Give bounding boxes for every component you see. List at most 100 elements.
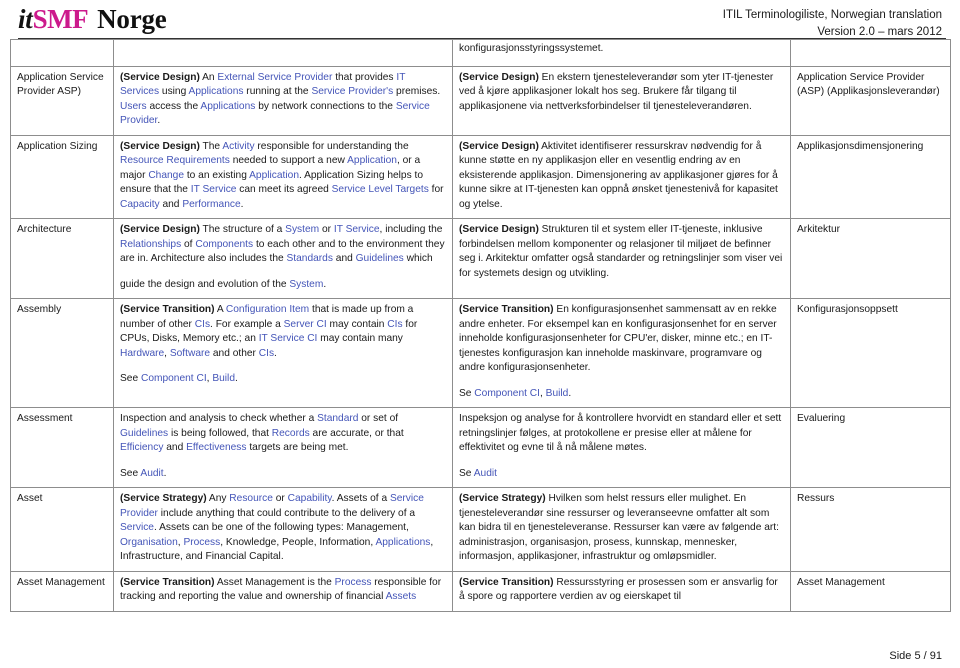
definition-text: . For example a [210,318,284,330]
glossary-term-link[interactable]: Process [335,577,372,588]
glossary-term-link[interactable]: Guidelines [356,253,404,264]
table-row: konfigurasjonsstyringssystemet. [10,39,951,67]
lifecycle-stage-label: (Service Design) [459,72,539,83]
lifecycle-stage-label: (Service Design) [120,224,200,236]
glossary-term-link[interactable]: Standards [287,253,333,264]
definition-paragraph: Se Component CI, Build. [459,387,784,401]
glossary-term-link[interactable]: Capability [288,493,332,504]
definition-text: See [120,467,141,479]
glossary-term-link[interactable]: Component CI [474,388,540,399]
glossary-term-link[interactable]: Service Provider's [311,86,393,97]
glossary-term-link[interactable]: IT Service [334,224,380,235]
definition-paragraph: (Service Transition) Asset Management is… [120,576,446,605]
glossary-term-link[interactable]: Service [120,522,154,533]
glossary-term-link[interactable]: Audit [140,468,163,479]
glossary-term-link[interactable]: Relationships [120,239,181,250]
glossary-term-link[interactable]: Process [183,537,220,548]
glossary-term-link[interactable]: Resource [229,493,273,504]
cell-definition-no: (Service Design) Aktivitet identifiserer… [452,134,791,220]
glossary-term-link[interactable]: Server CI [284,319,327,330]
glossary-term-link[interactable]: Capacity [120,199,160,210]
cell-definition-no: Inspeksjon og analyse for å kontrollere … [452,407,791,489]
definition-text: needed to support a new [229,155,348,167]
cell-term-en: Application Service Provider ASP) [10,66,114,136]
cell-definition-en: Inspection and analysis to check whether… [113,407,453,489]
glossary-term-link[interactable]: Assets [386,591,417,602]
glossary-term-link[interactable]: Effectiveness [186,442,246,453]
glossary-table-body: konfigurasjonsstyringssystemet. Applicati… [10,39,951,612]
lifecycle-stage-label: (Service Strategy) [120,493,207,505]
cell-term-en: Asset [10,487,114,572]
glossary-term-link[interactable]: Audit [474,468,497,479]
glossary-term-link[interactable]: Applications [375,537,430,548]
glossary-term-link[interactable]: CIs [195,319,210,330]
glossary-term-link[interactable]: Performance [182,199,240,210]
glossary-term-link[interactable]: Records [272,428,310,439]
header-document-meta: ITIL Terminologiliste, Norwegian transla… [723,4,946,40]
definition-text: The structure of a [199,224,286,236]
page-header: itSMF Norge ITIL Terminologiliste, Norweg… [0,0,960,38]
definition-paragraph: Se Audit [459,467,784,481]
glossary-term-link[interactable]: Applications [200,101,255,112]
glossary-term-link[interactable]: Activity [222,141,254,152]
glossary-term-link[interactable]: Organisation [120,537,178,548]
definition-paragraph: See Component CI, Build. [120,372,446,386]
glossary-term-link[interactable]: Users [120,101,147,112]
glossary-term-link[interactable]: Component CI [141,373,207,384]
glossary-term-link[interactable]: Application [249,170,299,181]
glossary-term-link[interactable]: IT Service [191,184,237,195]
definition-text: . [234,373,238,385]
definition-paragraph: Inspection and analysis to check whether… [120,412,446,455]
glossary-term-link[interactable]: CIs [387,319,402,330]
glossary-term-link[interactable]: Hardware [120,348,164,359]
glossary-term-link[interactable]: Standard [317,413,358,424]
glossary-term-link[interactable]: System [285,224,319,235]
cell-definition-en: (Service Strategy) Any Resource or Capab… [113,487,453,572]
definition-paragraph: (Service Strategy) Hvilken som helst res… [459,492,784,564]
cell-definition-no: (Service Transition) En konfigurasjonsen… [452,298,791,409]
lifecycle-stage-label: (Service Design) [459,140,539,152]
definition-text: or set of [358,413,399,425]
definition-text: and [159,198,183,210]
definition-paragraph: (Service Transition) En konfigurasjonsen… [459,303,784,375]
definition-text: or [272,493,288,505]
definition-text: which [403,253,433,265]
glossary-term-link[interactable]: Configuration Item [226,304,309,315]
cell-term-no: Application Service Provider (ASP) (Appl… [790,66,951,136]
glossary-term-link[interactable]: Software [170,348,210,359]
definition-text: . [323,278,327,290]
glossary-term-link[interactable]: Efficiency [120,442,163,453]
glossary-term-link[interactable]: Components [195,239,253,250]
cell-definition-en: (Service Transition) Asset Management is… [113,570,453,612]
glossary-term-link[interactable]: Application [347,155,397,166]
glossary-term-link[interactable]: IT Service CI [259,333,318,344]
table-row: Application Service Provider ASP) (Servic… [10,66,951,136]
cell-definition-en [113,39,453,67]
glossary-term-link[interactable]: Service Level Targets [332,184,429,195]
lifecycle-stage-label: (Service Design) [120,72,200,83]
logo-smf-text: SMF [32,4,89,34]
glossary-term-link[interactable]: Build [212,373,235,384]
glossary-term-link[interactable]: External Service Provider [217,72,332,83]
cell-definition-en: (Service Design) An External Service Pro… [113,66,453,136]
definition-text: and [163,442,187,454]
definition-text: to an existing [184,169,250,181]
definition-paragraph: (Service Transition) Ressursstyring er p… [459,576,784,605]
glossary-term-link[interactable]: Build [546,388,569,399]
glossary-term-link[interactable]: Guidelines [120,428,168,439]
definition-text: and other [210,347,259,359]
glossary-term-link[interactable]: Change [148,170,184,181]
glossary-term-link[interactable]: CIs [259,348,274,359]
definition-text: An [199,72,218,83]
definition-paragraph: (Service Design) The structure of a Syst… [120,223,446,266]
definition-text: , including the [379,224,443,236]
definition-paragraph: (Service Strategy) Any Resource or Capab… [120,492,446,564]
cell-term-en [10,39,114,67]
glossary-term-link[interactable]: Resource Requirements [120,155,230,166]
definition-paragraph: (Service Design) En ekstern tjenesteleve… [459,71,784,114]
table-row: Application Sizing (Service Design) The A… [10,134,951,220]
cell-definition-no: konfigurasjonsstyringssystemet. [452,39,791,67]
glossary-term-link[interactable]: Applications [189,86,244,97]
glossary-term-link[interactable]: System [289,279,323,290]
definition-text: A [214,304,226,316]
